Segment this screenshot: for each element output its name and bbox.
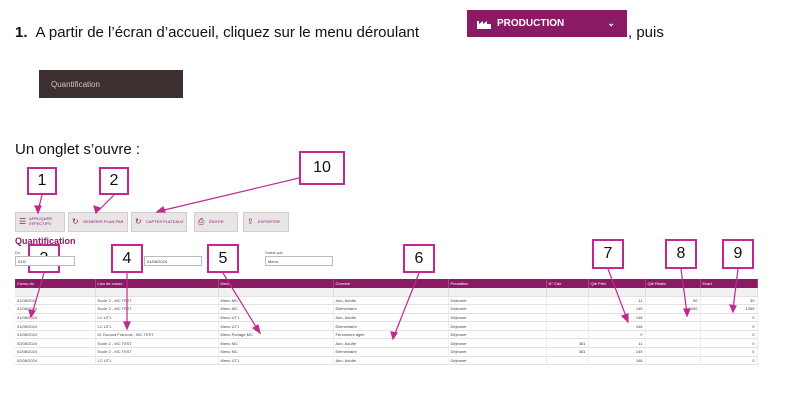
callout-arrows bbox=[28, 177, 739, 341]
